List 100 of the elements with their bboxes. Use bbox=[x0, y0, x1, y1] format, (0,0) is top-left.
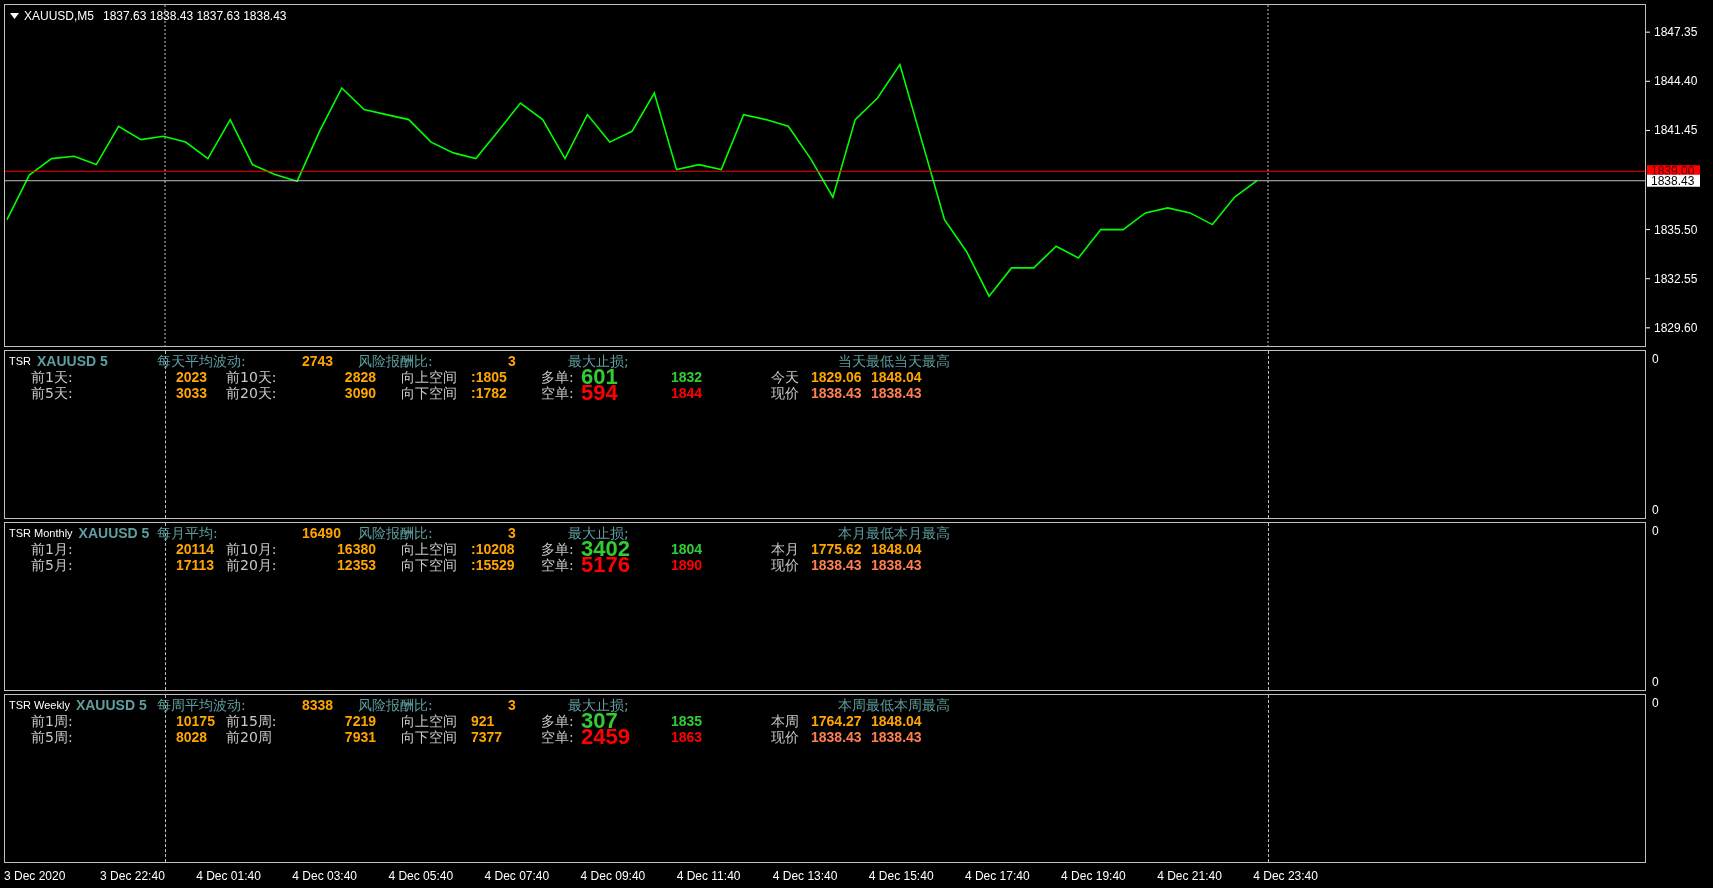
stat-label: 前20月: bbox=[226, 557, 278, 573]
price-label: 1835.50 bbox=[1645, 222, 1698, 237]
stat-label: 多单: bbox=[541, 369, 575, 385]
stat-value: 3090 bbox=[343, 385, 377, 401]
stat-label: 前5周: bbox=[31, 729, 74, 745]
time-label: 4 Dec 07:40 bbox=[484, 868, 551, 883]
stat-label: 本月最低本月最高 bbox=[838, 525, 951, 541]
price-value: 1838.43 bbox=[811, 557, 863, 573]
order-value: 601 bbox=[581, 369, 618, 385]
stat-label: 前5月: bbox=[31, 557, 74, 573]
stat-value: 3033 bbox=[175, 385, 209, 401]
stat-label: 现价 bbox=[771, 385, 800, 401]
chart-symbol: XAUUSD,M5 bbox=[24, 9, 94, 23]
order-value: 2459 bbox=[581, 729, 631, 745]
time-label: 3 Dec 2020 bbox=[4, 868, 67, 883]
y-tick-label: 1841.45 bbox=[1654, 123, 1698, 138]
stat-label: 最大止损; bbox=[568, 697, 630, 713]
stat-label: 本周最低本周最高 bbox=[838, 697, 951, 713]
price-value: 1838.43 bbox=[871, 729, 923, 745]
time-label: 4 Dec 13:40 bbox=[772, 868, 839, 883]
symbol-label: XAUUSD 5 bbox=[75, 697, 147, 713]
stat-value: 16490 bbox=[302, 525, 342, 541]
y-tick-label: 1832.55 bbox=[1654, 271, 1698, 286]
y-tick-label: 1835.50 bbox=[1654, 222, 1698, 237]
stat-value: 3 bbox=[508, 697, 517, 713]
stat-label: 每周平均波动: bbox=[157, 697, 247, 713]
price-value: 1848.04 bbox=[871, 369, 923, 385]
stop-value: 1844 bbox=[671, 385, 704, 401]
time-label: 4 Dec 15:40 bbox=[868, 868, 935, 883]
stat-value: 7931 bbox=[343, 729, 377, 745]
stat-value: 2023 bbox=[175, 369, 209, 385]
time-label: 4 Dec 11:40 bbox=[676, 868, 742, 883]
stat-label: 前10天: bbox=[226, 369, 278, 385]
stat-label: 前1月: bbox=[31, 541, 74, 557]
stat-label: 前10月: bbox=[226, 541, 278, 557]
scale-label: 0 bbox=[1652, 524, 1660, 538]
stat-label: 空单: bbox=[541, 557, 575, 573]
indicator-name: TSR Weekly bbox=[9, 698, 71, 713]
symbol-label: XAUUSD 5 bbox=[37, 353, 108, 369]
price-label: 1829.60 bbox=[1645, 320, 1698, 335]
time-label: 4 Dec 09:40 bbox=[580, 868, 647, 883]
stat-value: 3 bbox=[508, 525, 517, 541]
caret-icon bbox=[10, 13, 19, 19]
stat-value: 10175 bbox=[175, 713, 216, 729]
time-label: 4 Dec 23:40 bbox=[1253, 868, 1319, 883]
stat-label: 今天 bbox=[771, 369, 800, 385]
stat-value: 8338 bbox=[302, 697, 335, 713]
order-value: 307 bbox=[581, 713, 618, 729]
order-value: 5176 bbox=[581, 557, 631, 573]
stat-label: 前5天: bbox=[31, 385, 74, 401]
stat-label: 本周 bbox=[771, 713, 800, 729]
stat-label: 风险报酬比: bbox=[358, 697, 434, 713]
price-value: 1848.04 bbox=[871, 541, 923, 557]
stat-value: 20114 bbox=[175, 541, 216, 557]
stat-label: 向上空间 bbox=[401, 713, 458, 729]
stat-value: 8028 bbox=[175, 729, 209, 745]
stop-value: 1832 bbox=[671, 369, 704, 385]
stat-value: 3 bbox=[508, 353, 517, 369]
stat-label: 空单: bbox=[541, 385, 575, 401]
y-tick-label: 1844.40 bbox=[1654, 74, 1698, 89]
price-label: 1847.35 bbox=[1645, 25, 1698, 40]
price-value: 1829.06 bbox=[811, 369, 863, 385]
stat-label: 向下空间 bbox=[401, 385, 458, 401]
time-label: 4 Dec 17:40 bbox=[964, 868, 1031, 883]
scale-label: 0 bbox=[1652, 503, 1660, 517]
scale-label: 0 bbox=[1652, 675, 1660, 689]
price-label: 1844.40 bbox=[1645, 74, 1698, 89]
time-label: 4 Dec 05:40 bbox=[388, 868, 455, 883]
stat-label: 向下空间 bbox=[401, 557, 458, 573]
stat-label: 当天最低当天最高 bbox=[838, 353, 951, 369]
stat-label: 前15周: bbox=[226, 713, 278, 729]
stat-label: 前1周: bbox=[31, 713, 74, 729]
stat-value: 16380 bbox=[336, 541, 377, 557]
price-value: 1848.04 bbox=[871, 713, 923, 729]
stat-label: 多单: bbox=[541, 713, 575, 729]
y-tick-label: 1847.35 bbox=[1654, 25, 1698, 40]
stat-label: 多单: bbox=[541, 541, 575, 557]
stat-value: 12353 bbox=[336, 557, 377, 573]
price-value: 1838.43 bbox=[871, 385, 923, 401]
stat-label: 每天平均波动: bbox=[157, 353, 247, 369]
ohlc-values: 1837.63 1838.43 1837.63 1838.43 bbox=[103, 9, 287, 23]
price-label: 1841.45 bbox=[1645, 123, 1698, 138]
stat-label: 最大止损; bbox=[568, 353, 630, 369]
time-label: 4 Dec 03:40 bbox=[292, 868, 358, 883]
stop-value: 1863 bbox=[671, 729, 704, 745]
stat-label: 前20周 bbox=[226, 729, 273, 745]
order-value: 594 bbox=[581, 385, 619, 401]
stat-label: 前20天: bbox=[226, 385, 278, 401]
stat-label: 风险报酬比: bbox=[358, 353, 434, 369]
indicator-name: TSR Monthly bbox=[9, 526, 74, 541]
y-tick-label: 1829.60 bbox=[1654, 320, 1698, 335]
stat-label: 现价 bbox=[771, 557, 800, 573]
stop-value: 1835 bbox=[671, 713, 704, 729]
time-label: 4 Dec 19:40 bbox=[1061, 868, 1127, 883]
time-label: 4 Dec 21:40 bbox=[1157, 868, 1223, 883]
scale-label: 0 bbox=[1652, 352, 1660, 366]
price-value: 1764.27 bbox=[811, 713, 863, 729]
stat-label: 向上空间 bbox=[401, 541, 458, 557]
stat-label: 最大止损; bbox=[568, 525, 630, 541]
stat-value: 7219 bbox=[343, 713, 377, 729]
